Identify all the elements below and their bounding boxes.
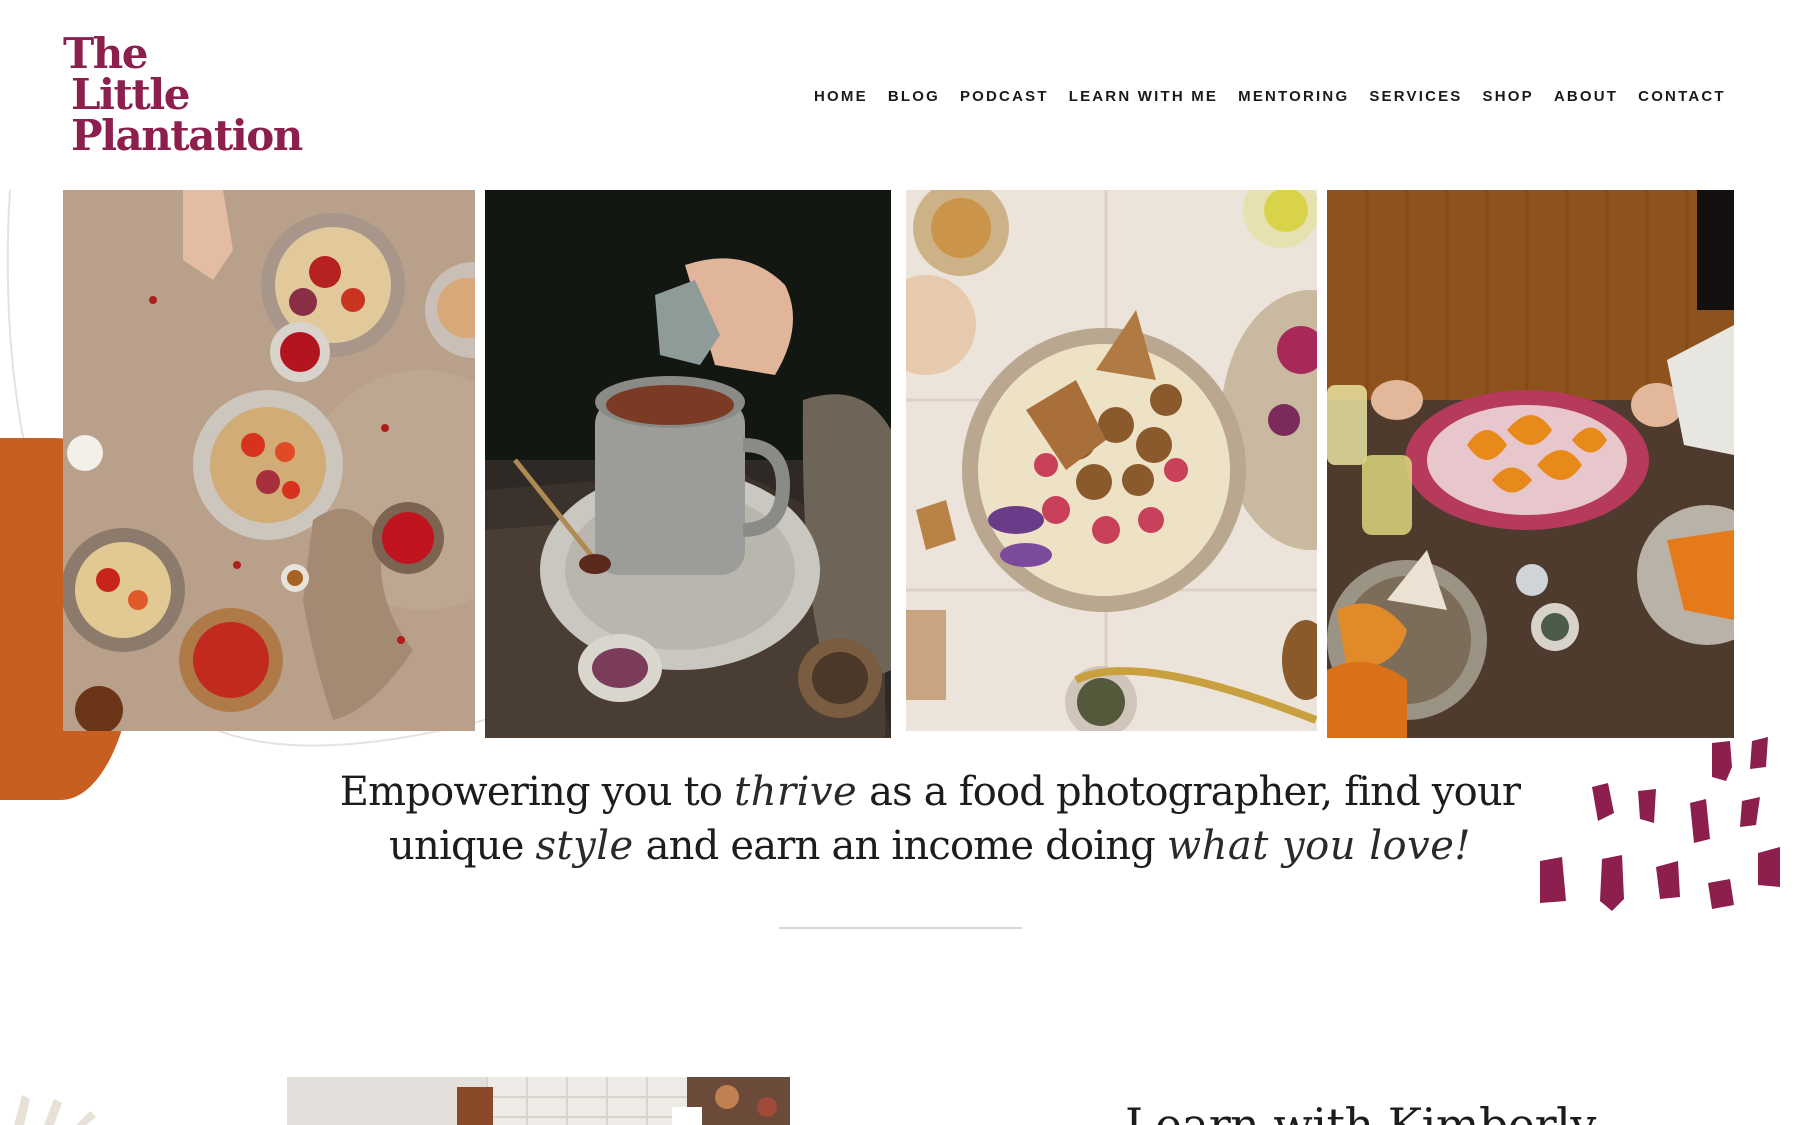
learn-section-heading: Learn with Kimberly — [1125, 1098, 1596, 1125]
tagline-text-2: as a food photographer, find your — [857, 769, 1521, 815]
pancakes-berries-photo[interactable] — [63, 190, 475, 731]
tagline-text-1: Empowering you to — [339, 769, 735, 815]
site-logo[interactable]: The Little Plantation — [63, 29, 303, 161]
logo-line-1: The — [63, 29, 149, 78]
nav-item-podcast[interactable]: PODCAST — [960, 88, 1049, 105]
nav-item-about[interactable]: ABOUT — [1554, 88, 1618, 105]
tagline-script-style: style — [535, 823, 634, 869]
nav-item-home[interactable]: HOME — [814, 88, 868, 105]
tagline-line-2: unique style and earn an income doing wh… — [300, 819, 1560, 873]
nav-item-shop[interactable]: SHOP — [1483, 88, 1534, 105]
section-divider — [779, 927, 1022, 929]
tagline-script-love: what you love! — [1166, 823, 1471, 869]
nav-item-blog[interactable]: BLOG — [888, 88, 940, 105]
decorative-brush-marks — [14, 1095, 96, 1125]
learn-section-photo[interactable] — [287, 1077, 790, 1125]
tortellini-plate-photo[interactable] — [1327, 190, 1734, 738]
hero-tagline: Empowering you to thrive as a food photo… — [300, 765, 1560, 873]
nav-item-contact[interactable]: CONTACT — [1638, 88, 1726, 105]
tagline-line-1: Empowering you to thrive as a food photo… — [300, 765, 1560, 819]
tagline-script-thrive: thrive — [734, 769, 858, 815]
nav-item-learn-with-me[interactable]: LEARN WITH ME — [1069, 88, 1218, 105]
main-nav: HOME BLOG PODCAST LEARN WITH ME MENTORIN… — [814, 85, 1724, 107]
logo-line-2: Little — [71, 70, 190, 120]
hot-chocolate-photo[interactable] — [485, 190, 891, 738]
tagline-text-3: unique — [389, 823, 536, 869]
tagline-text-4: and earn an income doing — [633, 823, 1167, 869]
logo-line-3: Plantation — [71, 111, 303, 161]
plum-brush-dots — [1540, 737, 1780, 911]
page: The Little Plantation HOME BLOG PODCAST … — [0, 0, 1800, 1125]
meatball-bowl-photo[interactable] — [906, 190, 1317, 731]
nav-item-services[interactable]: SERVICES — [1369, 88, 1462, 105]
nav-item-mentoring[interactable]: MENTORING — [1238, 88, 1349, 105]
